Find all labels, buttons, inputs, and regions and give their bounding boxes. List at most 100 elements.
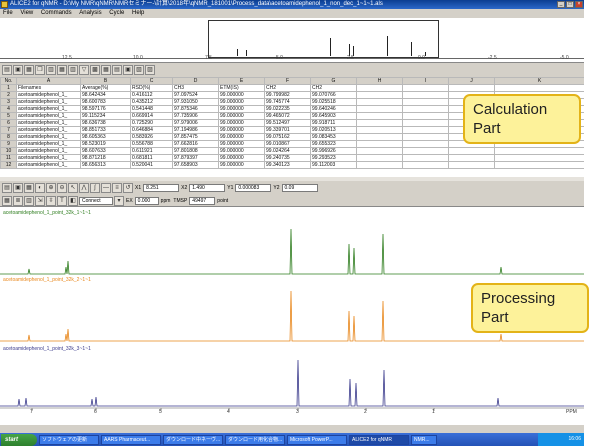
taskbar-item[interactable]: ダウンロード用化合物... (225, 434, 285, 445)
table-cell[interactable]: 0.416112 (130, 91, 173, 99)
layout-icon[interactable]: ▥ (24, 195, 34, 206)
print-icon[interactable]: ▦ (24, 183, 34, 193)
start-button[interactable]: start (1, 433, 37, 446)
table-cell[interactable]: 99.000000 (218, 154, 265, 162)
grid-icon[interactable]: ▦ (101, 65, 111, 75)
row-number[interactable]: 2 (0, 91, 17, 99)
table-cell[interactable]: 99.000000 (218, 119, 265, 127)
table-cell[interactable]: 99.240735 (264, 154, 311, 162)
table-cell[interactable]: 99.010867 (264, 140, 311, 148)
filter-icon[interactable]: ▽ (79, 65, 89, 75)
table-cell[interactable]: 99.024264 (264, 147, 311, 155)
table-cell[interactable]: 99.000000 (218, 126, 265, 134)
open-icon[interactable]: ▤ (2, 183, 12, 193)
column-header[interactable]: No. (0, 77, 17, 85)
row-number[interactable]: 8 (0, 133, 17, 141)
column-header[interactable]: A (16, 77, 81, 85)
copy-icon[interactable]: ❐ (35, 65, 45, 75)
table-cell[interactable]: CH2 (264, 84, 311, 92)
table-cell[interactable]: 0.520041 (130, 161, 173, 169)
minimize-button[interactable]: _ (557, 1, 565, 8)
table-cell[interactable]: CH3 (172, 84, 219, 92)
table-cell[interactable]: acetoamidephenol_1_ (16, 112, 81, 120)
table-icon[interactable]: ▦ (57, 65, 67, 75)
table-cell[interactable] (402, 91, 449, 99)
table-cell[interactable]: 98.642434 (80, 91, 131, 99)
table-cell[interactable]: acetoamidephenol_1_ (16, 133, 81, 141)
column-header[interactable]: I (402, 77, 449, 85)
row-number[interactable]: 5 (0, 112, 17, 120)
color-icon[interactable]: ◧ (68, 195, 78, 206)
column-header[interactable]: B (80, 77, 131, 85)
ex-field[interactable]: 0.000 (134, 196, 159, 205)
table-cell[interactable] (356, 140, 403, 148)
table-cell[interactable]: 99.655323 (310, 140, 357, 148)
table-cell[interactable] (356, 133, 403, 141)
table-cell[interactable]: 97.857475 (172, 133, 219, 141)
table-cell[interactable]: 99.293523 (310, 154, 357, 162)
row-number[interactable]: 3 (0, 98, 17, 106)
table-cell[interactable]: 99.025518 (310, 98, 357, 106)
tmsp-field[interactable]: 49497 (189, 196, 216, 205)
table-cell[interactable] (356, 112, 403, 120)
x2-field[interactable]: 1.490 (189, 184, 226, 192)
table-cell[interactable]: 97.931050 (172, 98, 219, 106)
table-cell[interactable]: 0.725290 (130, 119, 173, 127)
table-cell[interactable] (402, 112, 449, 120)
table-cell[interactable] (402, 105, 449, 113)
table-cell[interactable] (448, 154, 495, 162)
title-bar[interactable]: ALICE2 for qNMR - D:\My NMR\qNMR\NMRセミナー… (0, 0, 584, 9)
menu-commands[interactable]: Commands (38, 9, 75, 18)
label-icon[interactable]: T (57, 195, 67, 206)
chevron-down-icon[interactable]: ▾ (114, 195, 124, 206)
table-cell[interactable]: 98.871218 (80, 154, 131, 162)
reset-icon[interactable]: ↺ (123, 183, 133, 193)
column-header[interactable]: E (218, 77, 265, 85)
table-cell[interactable] (402, 140, 449, 148)
close-button[interactable]: × (575, 1, 583, 8)
table-cell[interactable] (402, 126, 449, 134)
table-cell[interactable] (356, 126, 403, 134)
table-cell[interactable] (356, 147, 403, 155)
table-cell[interactable]: 97.875346 (172, 105, 219, 113)
table-cell[interactable] (356, 98, 403, 106)
menu-file[interactable]: File (0, 9, 16, 18)
table-cell[interactable]: acetoamidephenol_1_ (16, 154, 81, 162)
peak-pick-icon[interactable]: ⋀ (79, 183, 89, 193)
table-cell[interactable]: 98.851733 (80, 126, 131, 134)
row-number[interactable]: 6 (0, 119, 17, 127)
table-cell[interactable] (356, 119, 403, 127)
spectrum-overview[interactable]: 12.5 10.0 7.5 5.0 2.5 0.0 -2.5 -5.0 (0, 18, 584, 63)
table-cell[interactable]: 99.512497 (264, 119, 311, 127)
y1-field[interactable]: 0.000083 (235, 184, 272, 192)
table-cell[interactable]: 0.646884 (130, 126, 173, 134)
table-cell[interactable]: 98.607633 (80, 147, 131, 155)
row-number[interactable]: 10 (0, 147, 17, 155)
save-icon[interactable]: ▣ (13, 65, 23, 75)
table-cell[interactable] (402, 119, 449, 127)
row-number[interactable]: 12 (0, 161, 17, 169)
zoom-out-icon[interactable]: ⊖ (57, 183, 67, 193)
table-cell[interactable] (448, 84, 495, 92)
table-cell[interactable]: 0.681811 (130, 154, 173, 162)
table-cell[interactable]: 0.556788 (130, 140, 173, 148)
table-cell[interactable] (402, 98, 449, 106)
zoom-in-icon[interactable]: ⊕ (46, 183, 56, 193)
table-cell[interactable]: 99.000000 (218, 105, 265, 113)
table-cell[interactable] (448, 161, 495, 169)
table-cell[interactable]: 99.745774 (264, 98, 311, 106)
zoom-region-selector[interactable] (208, 20, 439, 58)
menu-analysis[interactable]: Analysis (76, 9, 104, 18)
table-cell[interactable]: 99.465072 (264, 112, 311, 120)
table-cell[interactable] (494, 161, 584, 169)
table-cell[interactable]: acetoamidephenol_1_ (16, 91, 81, 99)
table-cell[interactable]: 99.000000 (218, 161, 265, 169)
row-number[interactable]: 7 (0, 126, 17, 134)
column-header[interactable]: D (172, 77, 219, 85)
table-cell[interactable]: 99.070766 (310, 91, 357, 99)
table-cell[interactable]: 99.339701 (264, 126, 311, 134)
cursor-icon[interactable]: ↖ (68, 183, 78, 193)
report-icon[interactable]: ▨ (145, 65, 155, 75)
table-cell[interactable] (356, 105, 403, 113)
table-cell[interactable]: acetoamidephenol_1_ (16, 147, 81, 155)
